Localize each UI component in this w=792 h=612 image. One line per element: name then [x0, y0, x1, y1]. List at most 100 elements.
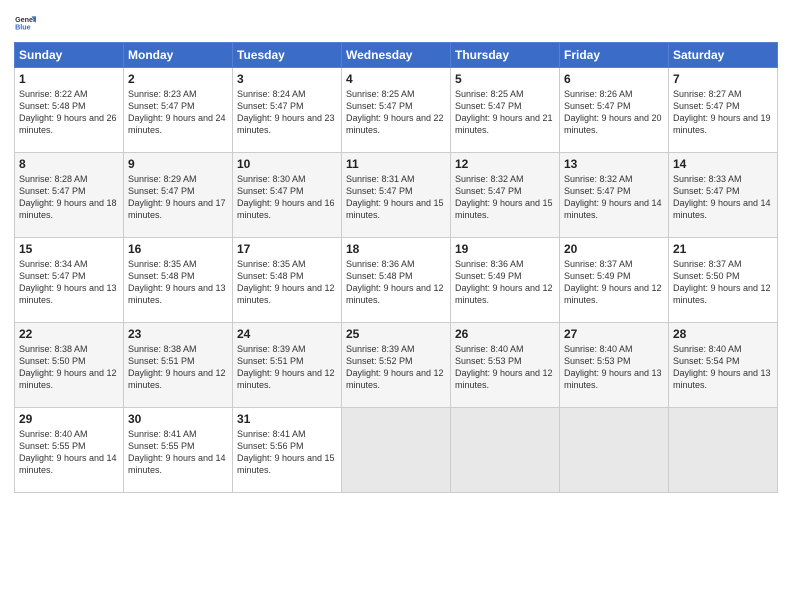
sunset-label: Sunset: 5:48 PM: [128, 271, 195, 281]
daylight-label: Daylight: 9 hours and 12 minutes.: [455, 368, 553, 390]
day-info: Sunrise: 8:25 AM Sunset: 5:47 PM Dayligh…: [455, 88, 555, 137]
sunrise-label: Sunrise: 8:30 AM: [237, 174, 306, 184]
daylight-label: Daylight: 9 hours and 14 minutes.: [564, 198, 662, 220]
calendar-cell: 11 Sunrise: 8:31 AM Sunset: 5:47 PM Dayl…: [342, 153, 451, 238]
calendar-cell: 9 Sunrise: 8:29 AM Sunset: 5:47 PM Dayli…: [124, 153, 233, 238]
calendar-cell: 29 Sunrise: 8:40 AM Sunset: 5:55 PM Dayl…: [15, 408, 124, 493]
sunset-label: Sunset: 5:55 PM: [128, 441, 195, 451]
page-container: General Blue SundayMondayTuesdayWednesda…: [0, 0, 792, 612]
daylight-label: Daylight: 9 hours and 12 minutes.: [673, 283, 771, 305]
calendar-cell: 20 Sunrise: 8:37 AM Sunset: 5:49 PM Dayl…: [560, 238, 669, 323]
day-info: Sunrise: 8:26 AM Sunset: 5:47 PM Dayligh…: [564, 88, 664, 137]
day-info: Sunrise: 8:35 AM Sunset: 5:48 PM Dayligh…: [237, 258, 337, 307]
day-number: 30: [128, 412, 228, 426]
day-number: 19: [455, 242, 555, 256]
day-number: 22: [19, 327, 119, 341]
sunset-label: Sunset: 5:48 PM: [19, 101, 86, 111]
calendar-cell: 7 Sunrise: 8:27 AM Sunset: 5:47 PM Dayli…: [669, 68, 778, 153]
day-number: 14: [673, 157, 773, 171]
weekday-header: Friday: [560, 43, 669, 68]
calendar-cell: 12 Sunrise: 8:32 AM Sunset: 5:47 PM Dayl…: [451, 153, 560, 238]
sunset-label: Sunset: 5:47 PM: [346, 186, 413, 196]
daylight-label: Daylight: 9 hours and 15 minutes.: [237, 453, 335, 475]
day-info: Sunrise: 8:40 AM Sunset: 5:53 PM Dayligh…: [455, 343, 555, 392]
weekday-header: Saturday: [669, 43, 778, 68]
sunrise-label: Sunrise: 8:36 AM: [455, 259, 524, 269]
calendar-cell: 30 Sunrise: 8:41 AM Sunset: 5:55 PM Dayl…: [124, 408, 233, 493]
sunset-label: Sunset: 5:49 PM: [564, 271, 631, 281]
day-info: Sunrise: 8:40 AM Sunset: 5:54 PM Dayligh…: [673, 343, 773, 392]
day-number: 10: [237, 157, 337, 171]
weekday-header: Tuesday: [233, 43, 342, 68]
calendar-week-row: 8 Sunrise: 8:28 AM Sunset: 5:47 PM Dayli…: [15, 153, 778, 238]
daylight-label: Daylight: 9 hours and 19 minutes.: [673, 113, 771, 135]
day-info: Sunrise: 8:36 AM Sunset: 5:49 PM Dayligh…: [455, 258, 555, 307]
calendar-cell: 6 Sunrise: 8:26 AM Sunset: 5:47 PM Dayli…: [560, 68, 669, 153]
sunset-label: Sunset: 5:47 PM: [237, 101, 304, 111]
day-number: 15: [19, 242, 119, 256]
sunrise-label: Sunrise: 8:22 AM: [19, 89, 88, 99]
day-info: Sunrise: 8:41 AM Sunset: 5:55 PM Dayligh…: [128, 428, 228, 477]
day-info: Sunrise: 8:25 AM Sunset: 5:47 PM Dayligh…: [346, 88, 446, 137]
day-info: Sunrise: 8:38 AM Sunset: 5:51 PM Dayligh…: [128, 343, 228, 392]
day-number: 9: [128, 157, 228, 171]
sunrise-label: Sunrise: 8:41 AM: [128, 429, 197, 439]
day-info: Sunrise: 8:37 AM Sunset: 5:50 PM Dayligh…: [673, 258, 773, 307]
day-number: 7: [673, 72, 773, 86]
calendar-cell: 2 Sunrise: 8:23 AM Sunset: 5:47 PM Dayli…: [124, 68, 233, 153]
sunset-label: Sunset: 5:47 PM: [19, 271, 86, 281]
calendar-header-row: SundayMondayTuesdayWednesdayThursdayFrid…: [15, 43, 778, 68]
sunset-label: Sunset: 5:51 PM: [237, 356, 304, 366]
daylight-label: Daylight: 9 hours and 21 minutes.: [455, 113, 553, 135]
weekday-header: Monday: [124, 43, 233, 68]
calendar-cell: 26 Sunrise: 8:40 AM Sunset: 5:53 PM Dayl…: [451, 323, 560, 408]
sunrise-label: Sunrise: 8:39 AM: [346, 344, 415, 354]
sunrise-label: Sunrise: 8:40 AM: [19, 429, 88, 439]
day-number: 24: [237, 327, 337, 341]
sunrise-label: Sunrise: 8:40 AM: [455, 344, 524, 354]
sunrise-label: Sunrise: 8:36 AM: [346, 259, 415, 269]
day-number: 5: [455, 72, 555, 86]
day-number: 4: [346, 72, 446, 86]
day-info: Sunrise: 8:35 AM Sunset: 5:48 PM Dayligh…: [128, 258, 228, 307]
svg-text:Blue: Blue: [15, 24, 31, 32]
calendar-cell: [560, 408, 669, 493]
day-number: 18: [346, 242, 446, 256]
day-info: Sunrise: 8:39 AM Sunset: 5:52 PM Dayligh…: [346, 343, 446, 392]
calendar-week-row: 1 Sunrise: 8:22 AM Sunset: 5:48 PM Dayli…: [15, 68, 778, 153]
day-info: Sunrise: 8:24 AM Sunset: 5:47 PM Dayligh…: [237, 88, 337, 137]
calendar-cell: 28 Sunrise: 8:40 AM Sunset: 5:54 PM Dayl…: [669, 323, 778, 408]
calendar-cell: 15 Sunrise: 8:34 AM Sunset: 5:47 PM Dayl…: [15, 238, 124, 323]
daylight-label: Daylight: 9 hours and 15 minutes.: [455, 198, 553, 220]
logo: General Blue: [14, 12, 36, 34]
sunrise-label: Sunrise: 8:23 AM: [128, 89, 197, 99]
day-info: Sunrise: 8:41 AM Sunset: 5:56 PM Dayligh…: [237, 428, 337, 477]
day-number: 6: [564, 72, 664, 86]
daylight-label: Daylight: 9 hours and 14 minutes.: [673, 198, 771, 220]
sunset-label: Sunset: 5:55 PM: [19, 441, 86, 451]
day-number: 3: [237, 72, 337, 86]
sunset-label: Sunset: 5:47 PM: [128, 186, 195, 196]
daylight-label: Daylight: 9 hours and 13 minutes.: [673, 368, 771, 390]
daylight-label: Daylight: 9 hours and 26 minutes.: [19, 113, 117, 135]
day-info: Sunrise: 8:39 AM Sunset: 5:51 PM Dayligh…: [237, 343, 337, 392]
daylight-label: Daylight: 9 hours and 17 minutes.: [128, 198, 226, 220]
day-number: 17: [237, 242, 337, 256]
daylight-label: Daylight: 9 hours and 18 minutes.: [19, 198, 117, 220]
day-number: 16: [128, 242, 228, 256]
sunrise-label: Sunrise: 8:27 AM: [673, 89, 742, 99]
day-info: Sunrise: 8:33 AM Sunset: 5:47 PM Dayligh…: [673, 173, 773, 222]
header: General Blue: [14, 12, 778, 34]
calendar-cell: 19 Sunrise: 8:36 AM Sunset: 5:49 PM Dayl…: [451, 238, 560, 323]
sunset-label: Sunset: 5:54 PM: [673, 356, 740, 366]
day-info: Sunrise: 8:30 AM Sunset: 5:47 PM Dayligh…: [237, 173, 337, 222]
calendar-table: SundayMondayTuesdayWednesdayThursdayFrid…: [14, 42, 778, 493]
calendar-cell: 24 Sunrise: 8:39 AM Sunset: 5:51 PM Dayl…: [233, 323, 342, 408]
daylight-label: Daylight: 9 hours and 23 minutes.: [237, 113, 335, 135]
day-info: Sunrise: 8:37 AM Sunset: 5:49 PM Dayligh…: [564, 258, 664, 307]
weekday-header: Thursday: [451, 43, 560, 68]
sunset-label: Sunset: 5:48 PM: [237, 271, 304, 281]
calendar-cell: 18 Sunrise: 8:36 AM Sunset: 5:48 PM Dayl…: [342, 238, 451, 323]
sunrise-label: Sunrise: 8:28 AM: [19, 174, 88, 184]
calendar-cell: 13 Sunrise: 8:32 AM Sunset: 5:47 PM Dayl…: [560, 153, 669, 238]
